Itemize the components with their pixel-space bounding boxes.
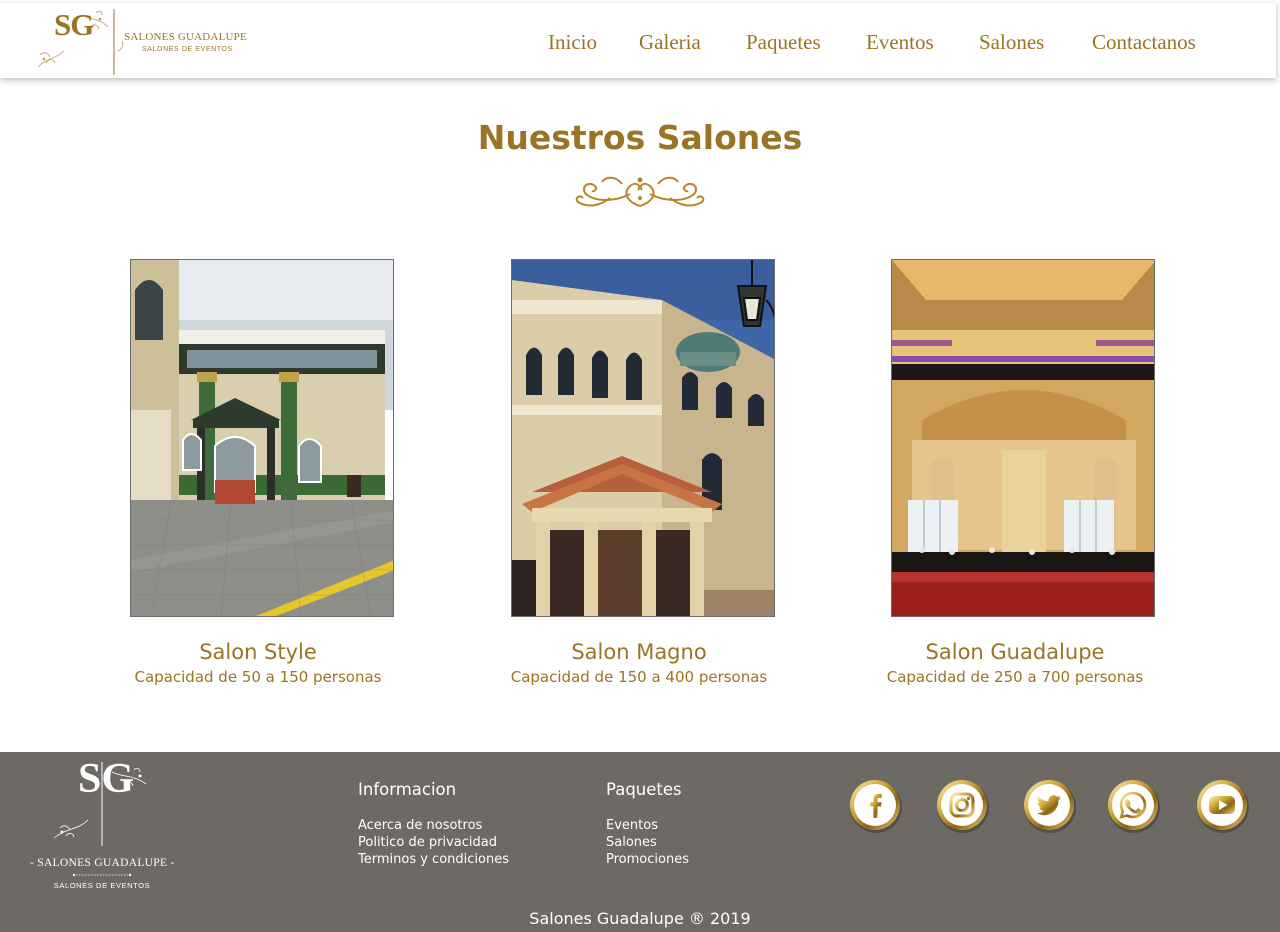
salon-magno-image <box>512 260 774 616</box>
footer-link-promociones[interactable]: Promociones <box>606 851 689 868</box>
salon-guadalupe-name: Salon Guadalupe <box>925 640 1105 664</box>
nav-contactanos[interactable]: Contactanos <box>1092 30 1196 55</box>
salon-guadalupe-photo[interactable] <box>891 259 1155 617</box>
site-footer: SG - SALONES GUADALUPE - SALONES DE EVEN… <box>0 752 1280 932</box>
footer-logo-subtitle: SALONES DE EVENTOS <box>53 881 151 890</box>
footer-link-acerca[interactable]: Acerca de nosotros <box>358 817 509 834</box>
footer-link-eventos[interactable]: Eventos <box>606 817 689 834</box>
footer-paquetes: Paquetes Eventos Salones Promociones <box>606 780 689 868</box>
facebook-icon[interactable] <box>848 778 904 834</box>
nav-salones[interactable]: Salones <box>979 30 1044 55</box>
main-nav: Inicio Galeria Paquetes Eventos Salones … <box>0 30 1276 60</box>
whatsapp-icon[interactable] <box>1106 778 1162 834</box>
salon-style-photo[interactable] <box>130 259 394 617</box>
salon-magno-name: Salon Magno <box>571 640 707 664</box>
footer-link-terminos[interactable]: Terminos y condiciones <box>358 851 509 868</box>
salon-style-image <box>131 260 393 616</box>
youtube-icon[interactable] <box>1195 778 1251 834</box>
salon-style-capacity: Capacidad de 50 a 150 personas <box>134 668 382 686</box>
salon-guadalupe-capacity: Capacidad de 250 a 700 personas <box>886 668 1144 686</box>
footer-logo-name: - SALONES GUADALUPE - <box>30 857 175 869</box>
footer-logo[interactable]: SG - SALONES GUADALUPE - SALONES DE EVEN… <box>30 758 180 898</box>
nav-paquetes[interactable]: Paquetes <box>746 30 821 55</box>
title-divider-ornament <box>392 176 888 207</box>
nav-galeria[interactable]: Galeria <box>639 30 701 55</box>
salon-magno-photo[interactable] <box>511 259 775 617</box>
footer-link-privacidad[interactable]: Politico de privacidad <box>358 834 509 851</box>
footer-paquetes-heading: Paquetes <box>606 780 682 799</box>
footer-informacion-heading: Informacion <box>358 780 457 799</box>
nav-inicio[interactable]: Inicio <box>548 30 597 55</box>
page-title: Nuestros Salones <box>477 118 803 157</box>
site-header: SG SALONES GUADALUPE SALONES DE EVENTOS … <box>0 3 1276 78</box>
copyright-text: Salones Guadalupe ® 2019 <box>529 909 751 928</box>
instagram-icon[interactable] <box>935 778 991 834</box>
footer-logo-divider <box>72 873 132 877</box>
footer-logo-initials: SG <box>78 756 135 802</box>
salon-style-name: Salon Style <box>199 640 317 664</box>
twitter-icon[interactable] <box>1022 778 1078 834</box>
footer-informacion: Informacion Acerca de nosotros Politico … <box>358 780 509 868</box>
nav-eventos[interactable]: Eventos <box>866 30 934 55</box>
footer-link-salones[interactable]: Salones <box>606 834 689 851</box>
salon-guadalupe-image <box>892 260 1154 616</box>
salon-magno-capacity: Capacidad de 150 a 400 personas <box>510 668 768 686</box>
